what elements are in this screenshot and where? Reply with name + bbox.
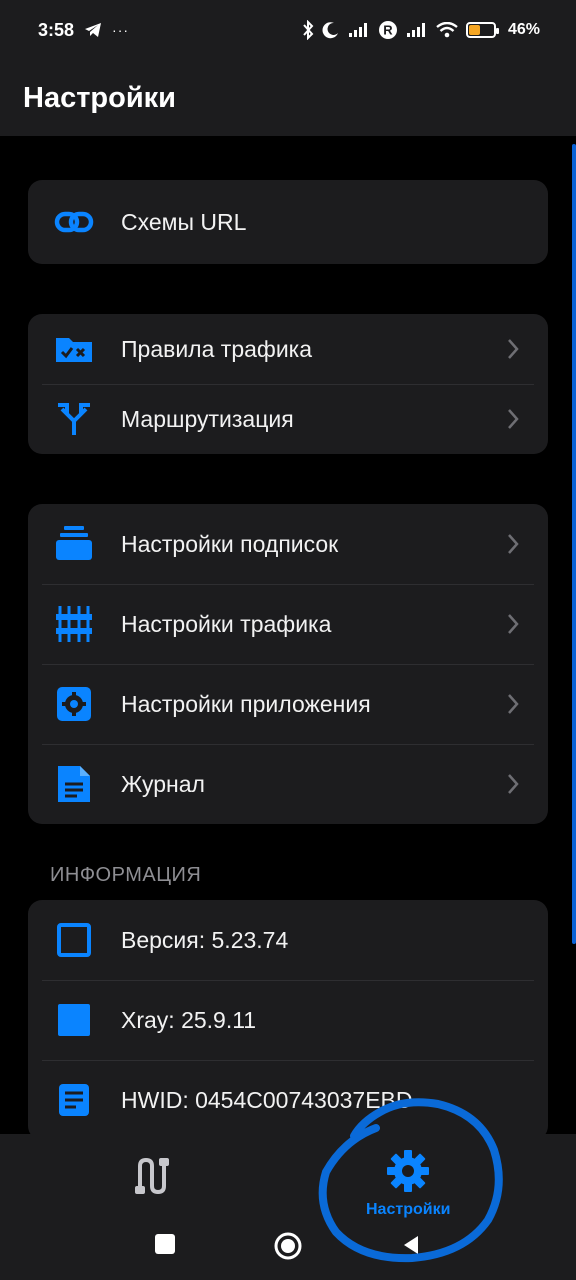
back-button[interactable] bbox=[400, 1234, 422, 1256]
routing-card: Правила трафика Маршрутизация bbox=[28, 314, 548, 454]
moon-icon bbox=[322, 21, 340, 39]
home-button[interactable] bbox=[274, 1232, 302, 1260]
app-gear-icon bbox=[54, 684, 94, 724]
battery-percent: 46% bbox=[507, 21, 540, 38]
battery-icon bbox=[465, 22, 499, 38]
folder-rules-icon bbox=[54, 329, 94, 369]
routing-row[interactable]: Маршрутизация bbox=[28, 384, 548, 454]
gear-icon bbox=[385, 1148, 431, 1199]
url-schemes-row[interactable]: Схемы URL bbox=[28, 180, 548, 264]
page-title: Настройки bbox=[23, 81, 177, 114]
settings-list[interactable]: Схемы URL Правила трафика Маршрутизация bbox=[0, 136, 576, 1134]
roaming-icon: R bbox=[378, 20, 398, 40]
telegram-icon bbox=[84, 22, 102, 38]
hwid-row[interactable]: HWID: 0454C00743037EBD bbox=[28, 1060, 548, 1134]
version-label: Версия: 5.23.74 bbox=[121, 926, 289, 953]
signal-icon bbox=[348, 22, 370, 38]
routing-label: Маршрутизация bbox=[121, 405, 294, 432]
chevron-right-icon bbox=[496, 332, 530, 366]
status-bar: 3:58 ··· R 46% bbox=[0, 0, 576, 60]
bottom-tab-bar: Настройки bbox=[0, 1134, 576, 1280]
bluetooth-icon bbox=[302, 20, 314, 40]
url-schemes-label: Схемы URL bbox=[121, 208, 247, 235]
signal-icon-2 bbox=[406, 22, 428, 38]
subscriptions-icon bbox=[54, 524, 94, 564]
log-row[interactable]: Журнал bbox=[28, 744, 548, 824]
wifi-icon bbox=[436, 22, 458, 38]
tab-settings[interactable]: Настройки bbox=[366, 1148, 450, 1219]
app-settings-label: Настройки приложения bbox=[121, 690, 371, 717]
scroll-indicator bbox=[572, 144, 576, 944]
info-card: Версия: 5.23.74 Xray: 25.9.11 HWID: 0454… bbox=[28, 900, 548, 1134]
status-time: 3:58 bbox=[38, 19, 75, 40]
list-doc-icon bbox=[54, 1080, 94, 1120]
connection-icon bbox=[128, 1154, 172, 1203]
recent-apps-button[interactable] bbox=[155, 1234, 175, 1254]
xray-row: Xray: 25.9.11 bbox=[28, 980, 548, 1060]
chevron-right-icon bbox=[496, 767, 530, 801]
subscription-settings-label: Настройки подписок bbox=[121, 530, 339, 557]
settings-card: Настройки подписок Настройки трафика Нас… bbox=[28, 504, 548, 824]
tab-connection[interactable] bbox=[128, 1154, 172, 1203]
square-filled-icon bbox=[54, 1000, 94, 1040]
more-notifications-icon: ··· bbox=[112, 22, 130, 38]
info-section-title: ИНФОРМАЦИЯ bbox=[50, 864, 202, 886]
subscription-settings-row[interactable]: Настройки подписок bbox=[28, 504, 548, 584]
traffic-settings-row[interactable]: Настройки трафика bbox=[28, 584, 548, 664]
route-split-icon bbox=[54, 399, 94, 439]
chevron-right-icon bbox=[496, 687, 530, 721]
chevron-right-icon bbox=[496, 527, 530, 561]
traffic-rules-row[interactable]: Правила трафика bbox=[28, 314, 548, 384]
hwid-label: HWID: 0454C00743037EBD bbox=[121, 1086, 413, 1113]
version-row: Версия: 5.23.74 bbox=[28, 900, 548, 980]
log-label: Журнал bbox=[121, 770, 205, 797]
url-schemes-card: Схемы URL bbox=[28, 180, 548, 264]
traffic-settings-label: Настройки трафика bbox=[121, 610, 332, 637]
square-outline-icon bbox=[54, 920, 94, 960]
document-icon bbox=[54, 764, 94, 804]
link-icon bbox=[54, 202, 94, 242]
xray-label: Xray: 25.9.11 bbox=[121, 1006, 257, 1033]
sliders-icon bbox=[54, 604, 94, 644]
chevron-right-icon bbox=[496, 607, 530, 641]
svg-text:R: R bbox=[383, 23, 393, 38]
tab-settings-label: Настройки bbox=[366, 1201, 451, 1218]
traffic-rules-label: Правила трафика bbox=[121, 335, 313, 362]
app-settings-row[interactable]: Настройки приложения bbox=[28, 664, 548, 744]
chevron-right-icon bbox=[496, 402, 530, 436]
app-header: Настройки bbox=[0, 60, 576, 136]
